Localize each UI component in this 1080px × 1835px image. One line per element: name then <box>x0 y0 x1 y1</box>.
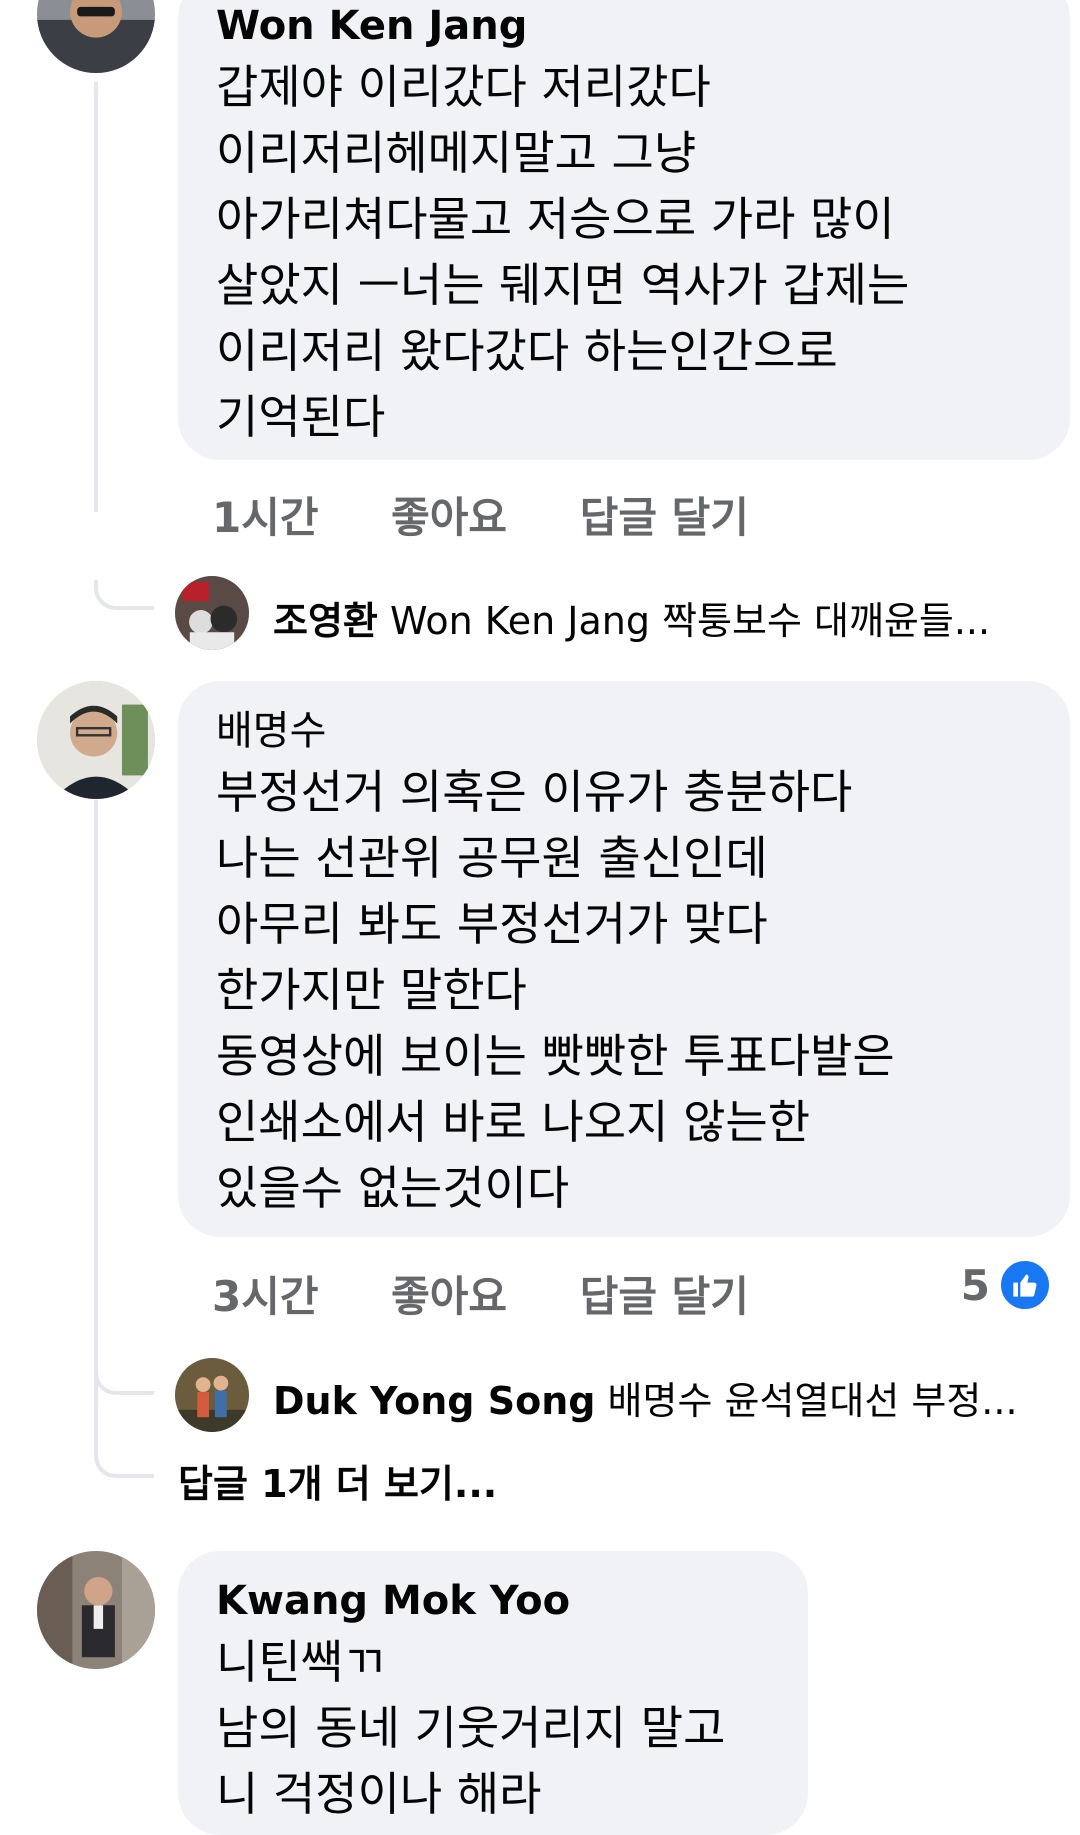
comment-author[interactable]: Won Ken Jang <box>216 0 1032 54</box>
avatar-photo-icon <box>175 1358 249 1432</box>
comment-author[interactable]: Kwang Mok Yoo <box>216 1573 770 1629</box>
avatar-bae-myeong-su[interactable] <box>37 681 155 799</box>
comment-actions: 3시간 좋아요 답글 달기 <box>212 1263 807 1324</box>
view-more-replies[interactable]: 답글 1개 더 보기... <box>178 1453 497 1508</box>
comment-text: 갑제야 이리갔다 저리갔다 이리저리헤메지말고 그냥 아가리쳐다물고 저승으로 … <box>216 60 910 444</box>
reply-snippet: 배명수 윤석열대선 부정... <box>607 1379 1018 1423</box>
thread-elbow <box>94 1365 154 1395</box>
comment-bubble[interactable]: Kwang Mok Yoo 니틴쌕ㄲ 남의 동네 기웃거리지 말고 니 걱정이나… <box>178 1551 808 1835</box>
comment-author[interactable]: 배명수 <box>216 703 1032 759</box>
reply-author[interactable]: 조영환 <box>273 599 378 643</box>
avatar-reply-1[interactable] <box>175 576 249 650</box>
comment-bubble[interactable]: 배명수 부정선거 의혹은 이유가 충분하다 나는 선관위 공무원 출신인데 아무… <box>178 681 1070 1237</box>
comment-bubble[interactable]: Won Ken Jang 갑제야 이리갔다 저리갔다 이리저리헤메지말고 그냥 … <box>178 0 1070 460</box>
avatar-photo-icon <box>37 681 155 799</box>
reaction-count[interactable]: 5 <box>961 1258 1052 1312</box>
avatar-kwang-mok-yoo[interactable] <box>37 1551 155 1669</box>
comment-text: 부정선거 의혹은 이유가 충분하다 나는 선관위 공무원 출신인데 아무리 봐도… <box>216 765 895 1215</box>
reply-author[interactable]: Duk Yong Song <box>273 1379 595 1423</box>
avatar-photo-icon <box>37 0 155 73</box>
like-count: 5 <box>960 1260 990 1310</box>
thread-elbow <box>94 580 154 610</box>
thumbs-up-icon <box>998 1258 1052 1312</box>
like-button[interactable]: 좋아요 <box>391 493 507 542</box>
comment-actions: 1시간 좋아요 답글 달기 <box>212 484 807 545</box>
avatar-photo-icon <box>175 576 249 650</box>
reply-snippet: Won Ken Jang 짝퉁보수 대깨윤들... <box>389 599 991 643</box>
like-button[interactable]: 좋아요 <box>391 1272 507 1321</box>
reply-preview[interactable]: Duk Yong Song 배명수 윤석열대선 부정... <box>273 1370 1053 1425</box>
thread-line <box>94 800 98 1452</box>
comment-text: 니틴쌕ㄲ 남의 동네 기웃거리지 말고 니 걱정이나 해라 <box>216 1635 726 1821</box>
reply-button[interactable]: 답글 달기 <box>580 1272 749 1321</box>
avatar-won-ken-jang[interactable] <box>37 0 155 73</box>
avatar-reply-2[interactable] <box>175 1358 249 1432</box>
thread-elbow <box>94 1448 154 1478</box>
reply-preview[interactable]: 조영환 Won Ken Jang 짝퉁보수 대깨윤들... <box>273 590 1053 645</box>
avatar-photo-icon <box>37 1551 155 1669</box>
thread-line <box>94 82 98 512</box>
reply-button[interactable]: 답글 달기 <box>580 493 749 542</box>
comment-time[interactable]: 3시간 <box>212 1272 319 1321</box>
comment-time[interactable]: 1시간 <box>212 493 319 542</box>
